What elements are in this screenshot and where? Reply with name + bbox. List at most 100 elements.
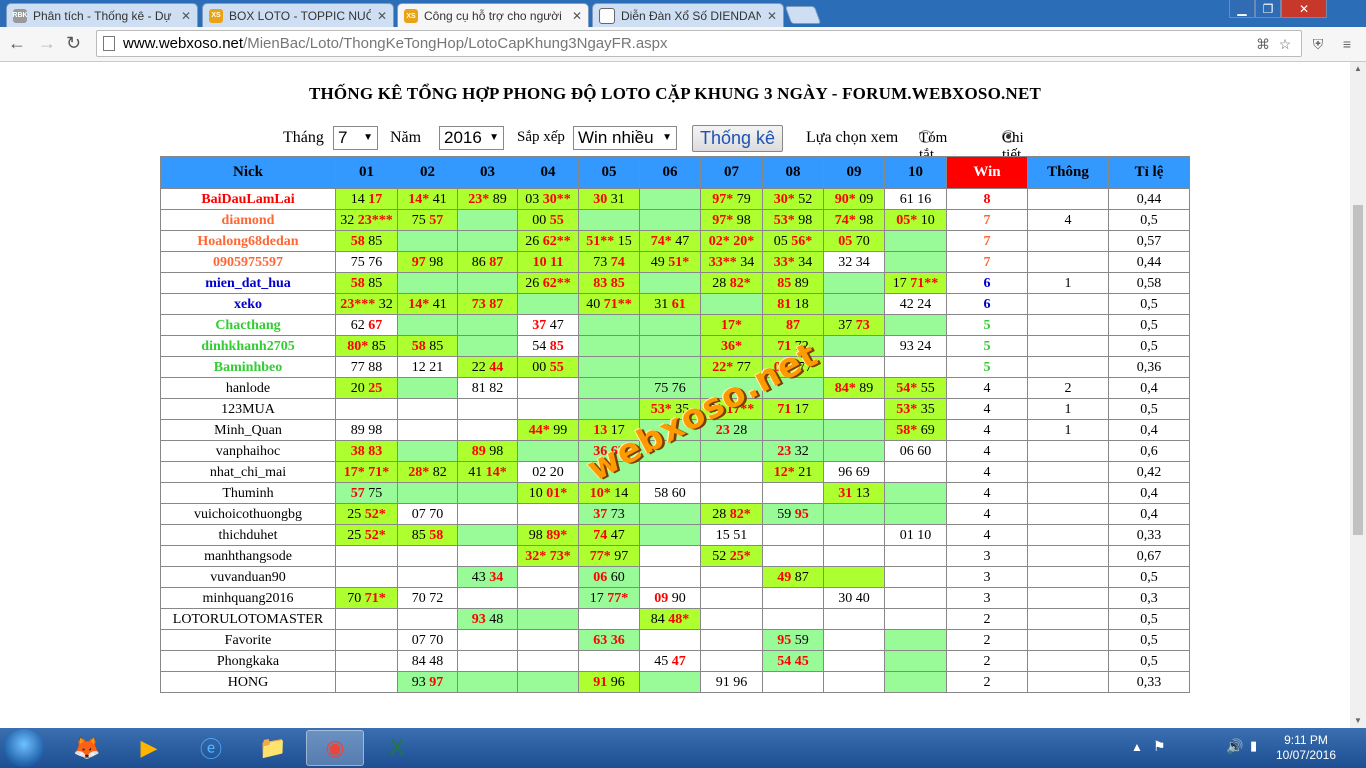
excel-icon[interactable]: X [368,730,426,766]
nick-cell[interactable]: Thuminh [160,482,336,504]
day-cell [578,356,640,378]
day-cell [457,671,518,693]
day-cell [884,545,947,567]
bookmark-star-icon[interactable]: ☆ [1276,35,1294,53]
forward-icon[interactable]: → [38,33,56,54]
nick-cell[interactable]: mien_dat_hua [160,272,336,294]
nick-cell[interactable]: vuvanduan90 [160,566,336,588]
day-cell [578,398,640,420]
win-cell: 5 [946,314,1028,336]
day-cell: 54* 55 [884,377,947,399]
sort-select[interactable]: Win nhiều ▼ [573,126,677,150]
nick-cell[interactable]: 123MUA [160,398,336,420]
firefox-icon[interactable]: 🦊 [58,730,116,766]
day-cell: 23 32 [762,440,824,462]
day-cell: 13 17 [578,419,640,441]
address-bar[interactable]: www.webxoso.net/MienBac/Loto/ThongKeTong… [96,30,1302,57]
nick-cell[interactable]: nhat_chi_mai [160,461,336,483]
month-select[interactable]: 7 ▼ [333,126,378,150]
statistics-button[interactable]: Thống kê [692,125,784,152]
day-cell [335,629,398,651]
menu-icon[interactable]: ≡ [1338,35,1356,53]
day-cell: 37 47 [517,314,579,336]
day-cell: 23*** 32 [335,293,398,315]
day-cell: 53* 35 [884,398,947,420]
close-tab-icon[interactable]: ✕ [572,9,582,23]
table-row: Chacthang 62 67 37 47 17* 87 37 73 5 0,5 [160,314,1190,336]
translate-icon[interactable]: ⌘ [1254,35,1272,53]
win-cell: 4 [946,398,1028,420]
day-cell: 58 60 [639,482,701,504]
win-cell: 8 [946,188,1028,210]
table-header-row: Nick 01 02 03 04 05 06 07 08 09 10 Win Thông Tỉ lệ [160,156,1190,189]
close-tab-icon[interactable]: ✕ [377,9,387,23]
nick-cell[interactable]: diamond [160,209,336,231]
browser-tab[interactable]: XS Công cụ hỗ trợ cho người ✕ [397,3,589,28]
nick-cell[interactable]: hanlode [160,377,336,399]
nick-cell[interactable]: vuichoicothuongbg [160,503,336,525]
thong-cell [1027,587,1109,609]
show-hidden-icons[interactable]: ▲ [1131,740,1143,754]
nick-cell[interactable]: Chacthang [160,314,336,336]
day-cell [517,398,579,420]
nick-cell[interactable]: Baminhbeo [160,356,336,378]
close-tab-icon[interactable]: ✕ [767,9,777,23]
chrome-icon[interactable]: ◉ [306,730,364,766]
vertical-scrollbar[interactable]: ▲ ▼ [1350,62,1366,728]
action-center-icon[interactable]: ⚑ [1153,738,1166,755]
nick-cell[interactable]: Favorite [160,629,336,651]
browser-tab[interactable]: RBK Phân tích - Thống kê - Dự ✕ [6,3,198,27]
column-header: 07 [700,156,763,189]
close-window-button[interactable]: ✕ [1281,0,1327,18]
media-player-icon[interactable]: ▶ [120,730,178,766]
nick-cell[interactable]: minhquang2016 [160,587,336,609]
nick-cell[interactable]: xeko [160,293,336,315]
day-cell [335,671,398,693]
day-cell: 00 55 [517,356,579,378]
day-cell [397,440,458,462]
nick-cell[interactable]: manhthangsode [160,545,336,567]
tab-title: Diễn Đàn Xổ Số DIENDAN [621,8,761,23]
scroll-up-icon[interactable]: ▲ [1354,64,1362,73]
win-cell: 2 [946,608,1028,630]
year-select[interactable]: 2016 ▼ [439,126,504,150]
network-icon[interactable]: ▮ [1250,738,1257,754]
system-clock[interactable]: 9:11 PM 10/07/2016 [1268,733,1344,763]
close-tab-icon[interactable]: ✕ [181,9,191,23]
day-cell: 45 47 [639,650,701,672]
scroll-down-icon[interactable]: ▼ [1354,716,1362,725]
table-row: HONG 93 97 91 96 91 96 2 0,33 [160,671,1190,693]
day-cell [517,377,579,399]
day-cell: 77 88 [335,356,398,378]
thong-cell: 1 [1027,419,1109,441]
ie-icon[interactable]: ⓔ [182,730,240,766]
explorer-icon[interactable]: 📁 [244,730,302,766]
nick-cell[interactable]: HONG [160,671,336,693]
browser-tab[interactable]: XS BOX LOTO - TOPPIC NUÔ ✕ [202,3,394,27]
day-cell [639,188,701,210]
maximize-button[interactable]: ❐ [1255,0,1281,18]
nick-cell[interactable]: Phongkaka [160,650,336,672]
thong-cell [1027,461,1109,483]
new-tab-button[interactable] [784,6,822,24]
browser-tab[interactable]: Diễn Đàn Xổ Số DIENDAN ✕ [592,3,784,27]
nick-cell[interactable]: dinhkhanh2705 [160,335,336,357]
minimize-button[interactable]: ▁ [1229,0,1255,18]
volume-icon[interactable]: 🔊 [1226,738,1243,755]
day-cell: 71 17 [762,398,824,420]
back-icon[interactable]: ← [8,33,26,54]
nick-cell[interactable]: LOTORULOTOMASTER [160,608,336,630]
start-button[interactable] [4,729,44,767]
reload-icon[interactable]: ↻ [66,33,81,54]
nick-cell[interactable]: Minh_Quan [160,419,336,441]
day-cell [700,461,763,483]
table-row: Thuminh 57 75 10 01* 10* 14 58 60 31 13 4 0,4 [160,482,1190,504]
nick-cell[interactable]: Hoalong68dedan [160,230,336,252]
nick-cell[interactable]: BaiDauLamLai [160,188,336,210]
nick-cell[interactable]: thichduhet [160,524,336,546]
extension-shield-icon[interactable]: ⛨ [1309,35,1327,53]
day-cell [457,335,518,357]
scrollbar-thumb[interactable] [1353,205,1363,535]
nick-cell[interactable]: vanphaihoc [160,440,336,462]
nick-cell[interactable]: 0905975597 [160,251,336,273]
